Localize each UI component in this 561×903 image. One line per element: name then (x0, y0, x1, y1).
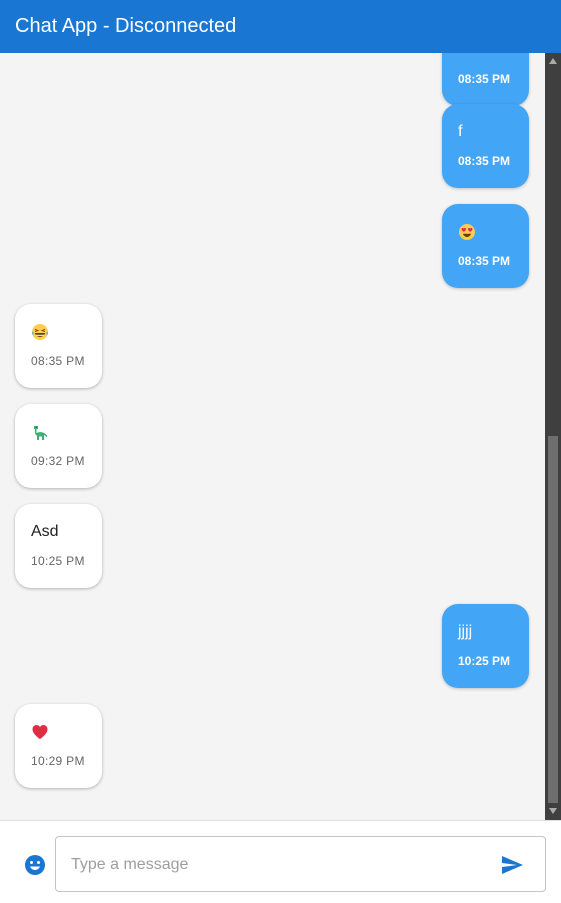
send-button[interactable] (500, 853, 526, 877)
message-text: f (458, 123, 463, 140)
message-time: 08:35 PM (458, 154, 511, 168)
message-bubble-received: Asd 10:25 PM (15, 504, 102, 588)
message-time: 09:32 PM (31, 454, 85, 468)
emoji-picker-button[interactable] (23, 853, 47, 877)
message-time: 08:35 PM (458, 72, 511, 86)
message-input-field (55, 836, 546, 893)
scroll-down-arrow-icon[interactable] (549, 808, 557, 814)
smiley-icon (25, 855, 45, 875)
laughing-tears-emoji-icon (31, 323, 49, 340)
message-bubble-sent: 08:35 PM (442, 53, 529, 106)
message-text: jjjj (458, 623, 473, 640)
message-composer (0, 820, 561, 903)
message-input[interactable] (69, 837, 493, 893)
scrollbar-thumb[interactable] (548, 436, 558, 803)
app-header: Chat App - Disconnected (0, 0, 561, 53)
message-bubble-sent: f 08:35 PM (442, 104, 529, 188)
message-time: 10:25 PM (458, 654, 511, 668)
red-heart-emoji-icon (32, 724, 48, 739)
heart-eyes-emoji-icon (459, 223, 475, 240)
message-time: 10:29 PM (31, 754, 85, 768)
message-time: 08:35 PM (458, 254, 511, 268)
message-time: 10:25 PM (31, 554, 85, 568)
message-list[interactable]: 08:35 PM f 08:35 PM 08:35 PM 08:35 PM 09… (0, 53, 545, 820)
dinosaur-emoji-icon (34, 425, 48, 440)
message-text: Asd (31, 523, 59, 540)
message-time: 08:35 PM (31, 354, 85, 368)
app-title: Chat App - Disconnected (15, 15, 237, 37)
message-bubble-received: 09:32 PM (15, 404, 102, 488)
scroll-up-arrow-icon[interactable] (549, 58, 557, 64)
message-bubble-received: 10:29 PM (15, 704, 102, 788)
message-bubble-sent: 08:35 PM (442, 204, 529, 288)
message-bubble-sent: jjjj 10:25 PM (442, 604, 529, 688)
scrollbar[interactable] (545, 53, 561, 820)
message-bubble-received: 08:35 PM (15, 304, 102, 388)
message-text (458, 53, 529, 60)
send-icon (502, 856, 523, 874)
